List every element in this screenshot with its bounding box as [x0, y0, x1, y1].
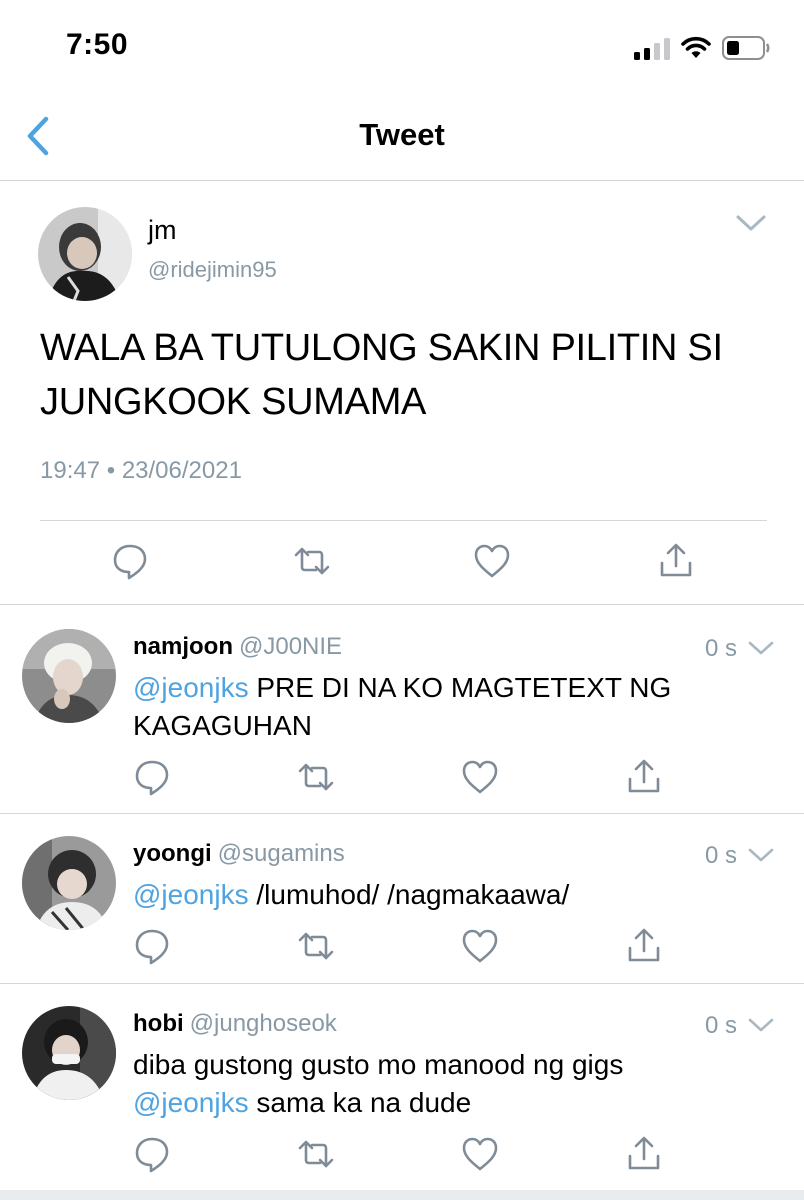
reply-text: diba gustong gusto mo manood ng gigs @je… — [133, 1046, 773, 1122]
reply-text-segment: /lumuhod/ /nagmakaawa/ — [248, 879, 570, 910]
tweet-text-line: WALA BA TUTULONG SAKIN PILITIN SI — [40, 327, 723, 369]
reply-button[interactable] — [132, 926, 172, 966]
retweet-icon — [298, 932, 334, 960]
cellular-signal-icon — [634, 38, 670, 60]
like-button[interactable] — [472, 541, 512, 581]
mention-link[interactable]: @jeonjks — [133, 1087, 249, 1118]
share-button[interactable] — [624, 926, 664, 966]
share-button[interactable] — [656, 541, 696, 581]
reply-button[interactable] — [132, 757, 172, 797]
reply-time: 0 s — [705, 1012, 738, 1039]
reply-header: namjoon @J00NIE — [133, 633, 342, 661]
retweet-icon — [298, 763, 334, 791]
reply-text-line: @jeonjks PRE DI NA KO MAGTETEXT NG — [133, 669, 773, 707]
wifi-icon — [681, 36, 711, 58]
reply-tweet[interactable]: hobi @junghoseok 0 s diba gustong gusto m… — [0, 984, 804, 1190]
author-handle[interactable]: @junghoseok — [190, 1010, 337, 1037]
reply-text-line: KAGAGUHAN — [133, 710, 312, 741]
reply-header: yoongi @sugamins — [133, 840, 345, 868]
reply-text-segment: PRE DI NA KO MAGTETEXT NG — [248, 672, 672, 703]
reply-time: 0 s — [705, 842, 738, 869]
tweet-actions — [0, 541, 804, 587]
retweet-button[interactable] — [296, 757, 336, 797]
chevron-down-icon[interactable] — [747, 638, 775, 658]
reply-header: hobi @junghoseok — [133, 1010, 337, 1038]
status-time: 7:50 — [66, 28, 129, 61]
tweet-timestamp: 19:47 • 23/06/2021 — [40, 457, 242, 485]
author-name[interactable]: hobi — [133, 1010, 184, 1037]
tweet-text: WALA BA TUTULONG SAKIN PILITIN SI JUNGKO… — [40, 321, 780, 429]
reply-tweet[interactable]: yoongi @sugamins 0 s @jeonjks /lumuhod/ /… — [0, 814, 804, 984]
tweet-time: 19:47 — [40, 457, 101, 484]
avatar[interactable] — [22, 1006, 116, 1100]
author-name[interactable]: jm — [148, 215, 177, 246]
avatar[interactable] — [38, 207, 132, 301]
speech-bubble-icon — [113, 544, 147, 580]
reply-text: @jeonjks PRE DI NA KO MAGTETEXT NG KAGAG… — [133, 669, 773, 745]
reply-actions — [0, 1134, 804, 1174]
meta-separator: • — [106, 457, 116, 484]
bottom-divider — [0, 1190, 804, 1200]
reply-button[interactable] — [132, 1134, 172, 1174]
share-icon — [660, 543, 692, 577]
like-button[interactable] — [460, 926, 500, 966]
heart-icon — [462, 1137, 498, 1171]
share-icon — [628, 759, 660, 793]
speech-bubble-icon — [135, 929, 169, 965]
heart-icon — [462, 760, 498, 794]
divider — [40, 520, 767, 521]
avatar[interactable] — [22, 629, 116, 723]
heart-icon — [462, 929, 498, 963]
reply-button[interactable] — [110, 541, 150, 581]
share-button[interactable] — [624, 1134, 664, 1174]
author-name[interactable]: yoongi — [133, 840, 212, 867]
page-title: Tweet — [359, 117, 445, 152]
author-handle[interactable]: @sugamins — [218, 840, 345, 867]
reply-text-line: @jeonjks sama ka na dude — [133, 1084, 773, 1122]
share-icon — [628, 928, 660, 962]
chevron-down-icon[interactable] — [734, 211, 768, 235]
reply-text-segment: sama ka na dude — [248, 1087, 472, 1118]
chevron-down-icon[interactable] — [747, 1015, 775, 1035]
author-handle[interactable]: @ridejimin95 — [148, 257, 277, 283]
reply-tweet[interactable]: namjoon @J00NIE 0 s @jeonjks PRE DI NA KO… — [0, 605, 804, 814]
reply-time: 0 s — [705, 635, 738, 662]
mention-link[interactable]: @jeonjks — [133, 672, 249, 703]
retweet-icon — [298, 1140, 334, 1168]
main-tweet: jm @ridejimin95 WALA BA TUTULONG SAKIN P… — [0, 181, 804, 605]
share-button[interactable] — [624, 757, 664, 797]
speech-bubble-icon — [135, 1137, 169, 1173]
retweet-button[interactable] — [292, 541, 332, 581]
nav-bar: Tweet — [0, 95, 804, 181]
retweet-icon — [294, 547, 330, 575]
author-name[interactable]: namjoon — [133, 633, 233, 660]
reply-text: @jeonjks /lumuhod/ /nagmakaawa/ — [133, 876, 773, 914]
like-button[interactable] — [460, 1134, 500, 1174]
battery-icon — [722, 36, 770, 60]
heart-icon — [474, 544, 510, 578]
avatar[interactable] — [22, 836, 116, 930]
reply-text-line: @jeonjks /lumuhod/ /nagmakaawa/ — [133, 876, 773, 914]
chevron-down-icon[interactable] — [747, 845, 775, 865]
share-icon — [628, 1136, 660, 1170]
mention-link[interactable]: @jeonjks — [133, 879, 249, 910]
status-bar: 7:50 — [0, 0, 804, 95]
reply-actions — [0, 926, 804, 966]
author-handle[interactable]: @J00NIE — [239, 633, 342, 660]
retweet-button[interactable] — [296, 1134, 336, 1174]
speech-bubble-icon — [135, 760, 169, 796]
tweet-text-line: JUNGKOOK SUMAMA — [40, 381, 427, 423]
like-button[interactable] — [460, 757, 500, 797]
reply-actions — [0, 757, 804, 797]
retweet-button[interactable] — [296, 926, 336, 966]
reply-text-line: diba gustong gusto mo manood ng gigs — [133, 1049, 624, 1080]
tweet-date: 23/06/2021 — [121, 457, 242, 484]
tweet-detail-screen: 7:50 Tweet jm @ridejimin95 WALA BA TUTUL… — [0, 0, 804, 1200]
